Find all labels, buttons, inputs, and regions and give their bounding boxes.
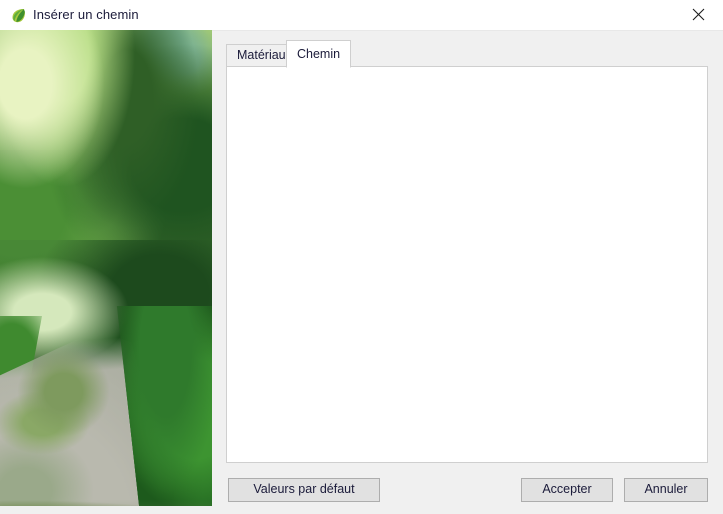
title-bar: Insérer un chemin — [0, 0, 723, 31]
window-title: Insérer un chemin — [33, 7, 139, 22]
cancel-button[interactable]: Annuler — [624, 478, 708, 502]
tab-strip: Matériau Chemin — [226, 40, 708, 68]
close-button[interactable] — [677, 0, 723, 30]
leaf-icon — [10, 7, 27, 24]
defaults-button[interactable]: Valeurs par défaut — [228, 478, 380, 502]
tab-chemin[interactable]: Chemin — [286, 40, 352, 68]
image-preview[interactable] — [0, 30, 212, 506]
preview-photo — [0, 30, 212, 506]
accept-button[interactable]: Accepter — [521, 478, 613, 502]
tab-panel-chemin — [226, 66, 708, 463]
dialog-window: Insérer un chemin Matériau Chemin Valeur… — [0, 0, 723, 514]
